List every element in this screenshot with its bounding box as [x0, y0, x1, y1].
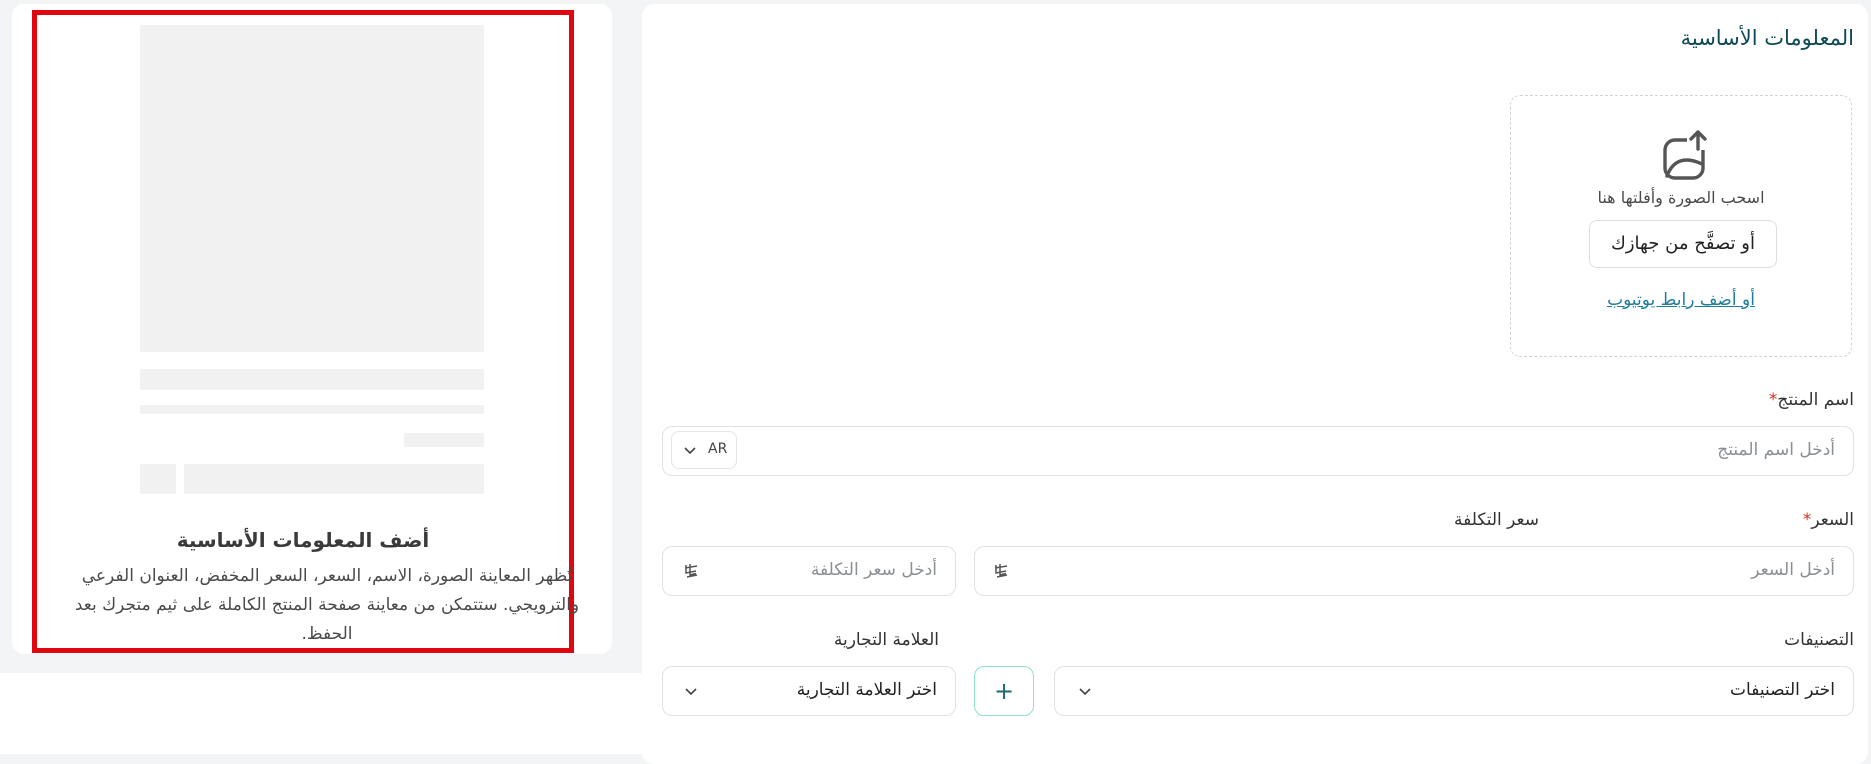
- cost-price-label: سعر التكلفة: [1454, 510, 1539, 530]
- image-dropzone[interactable]: اسحب الصورة وأفلتها هنا أو تصفَّح من جها…: [1510, 95, 1852, 357]
- product-name-placeholder: أدخل اسم المنتج: [1717, 440, 1835, 460]
- product-name-input[interactable]: أدخل اسم المنتج AR: [662, 426, 1854, 476]
- brand-label: العلامة التجارية: [833, 630, 939, 650]
- categories-placeholder: اختر التصنيفات: [1730, 680, 1835, 700]
- language-selector[interactable]: AR: [671, 431, 737, 469]
- image-upload-icon: [1663, 130, 1709, 180]
- price-placeholder: أدخل السعر: [1751, 560, 1835, 580]
- preview-button-placeholder: [184, 464, 484, 494]
- cost-price-input[interactable]: أدخل سعر التكلفة: [662, 546, 956, 596]
- preview-subtitle-placeholder: [140, 405, 484, 414]
- basic-info-form: المعلومات الأساسية اسحب الصورة وأفلتها ه…: [642, 4, 1868, 764]
- preview-qty-placeholder: [140, 464, 176, 494]
- riyal-icon: [994, 564, 1008, 578]
- preview-price-placeholder: [404, 433, 484, 447]
- chevron-down-icon: [1079, 688, 1091, 696]
- chevron-down-icon: [685, 688, 697, 696]
- language-code: AR: [708, 441, 728, 457]
- riyal-icon: [684, 564, 698, 578]
- section-title: المعلومات الأساسية: [1680, 26, 1854, 50]
- categories-label: التصنيفات: [1784, 630, 1854, 650]
- bottom-panel: [0, 673, 642, 754]
- brand-placeholder: اختر العلامة التجارية: [796, 680, 937, 700]
- plus-icon: +: [993, 677, 1015, 705]
- categories-select[interactable]: اختر التصنيفات: [1054, 666, 1854, 716]
- chevron-down-icon: [684, 447, 696, 455]
- preview-highlight-frame: أضف المعلومات الأساسية تُظهر المعاينة ال…: [32, 10, 579, 653]
- product-name-label: اسم المنتج*: [1768, 390, 1854, 410]
- price-input[interactable]: أدخل السعر: [974, 546, 1854, 596]
- upload-drag-text: اسحب الصورة وأفلتها هنا: [1597, 188, 1765, 207]
- price-label: السعر*: [1802, 510, 1854, 530]
- preview-image-placeholder: [140, 25, 484, 352]
- add-youtube-link[interactable]: أو أضف رابط يوتيوب: [1511, 290, 1851, 310]
- browse-device-button[interactable]: أو تصفَّح من جهازك: [1589, 220, 1777, 268]
- cost-price-placeholder: أدخل سعر التكلفة: [810, 560, 937, 580]
- preview-title: أضف المعلومات الأساسية: [176, 528, 430, 552]
- brand-select[interactable]: اختر العلامة التجارية: [662, 666, 956, 716]
- preview-description: تُظهر المعاينة الصورة، الاسم، السعر، الس…: [74, 566, 580, 644]
- add-category-button[interactable]: +: [974, 666, 1034, 716]
- preview-name-placeholder: [140, 369, 484, 390]
